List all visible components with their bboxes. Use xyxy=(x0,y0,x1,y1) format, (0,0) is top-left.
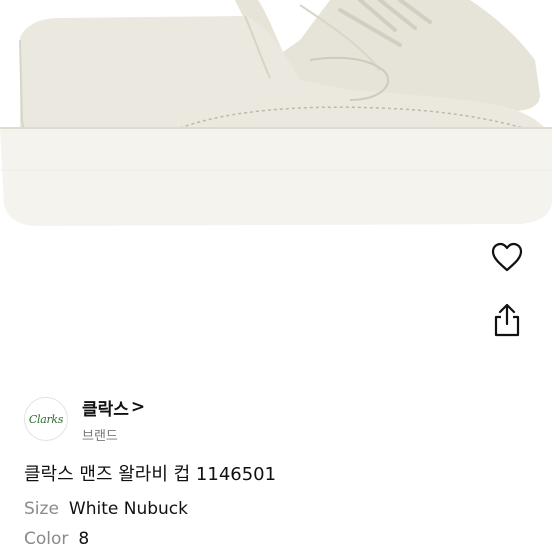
brand-info[interactable]: Clarks 클락스 > 브랜드 xyxy=(24,395,145,444)
like-button[interactable] xyxy=(487,237,527,277)
brand-name: 클락스 xyxy=(82,399,129,420)
brand-text: 클락스 > 브랜드 xyxy=(82,395,145,444)
chevron-right-icon: > xyxy=(130,397,146,417)
product-image[interactable] xyxy=(0,0,554,240)
share-button[interactable] xyxy=(487,300,527,340)
brand-link[interactable]: 클락스 > xyxy=(82,395,145,420)
product-title: 클락스 맨즈 왈라비 컵 1146501 xyxy=(24,464,277,485)
heart-outline-icon xyxy=(491,242,523,272)
spec-color-value: 8 xyxy=(78,529,90,549)
spec-size-label: Size xyxy=(24,499,59,519)
brand-logo-text: Clarks xyxy=(28,412,64,426)
share-upload-icon xyxy=(494,303,520,337)
spec-size: Size White Nubuck xyxy=(24,499,188,519)
shoe-photo xyxy=(0,0,552,226)
spec-size-value: White Nubuck xyxy=(68,499,188,519)
spec-color: Color 8 xyxy=(24,529,89,549)
brand-subtitle: 브랜드 xyxy=(82,428,118,444)
spec-color-label: Color xyxy=(24,529,69,549)
brand-logo[interactable]: Clarks xyxy=(24,397,68,441)
